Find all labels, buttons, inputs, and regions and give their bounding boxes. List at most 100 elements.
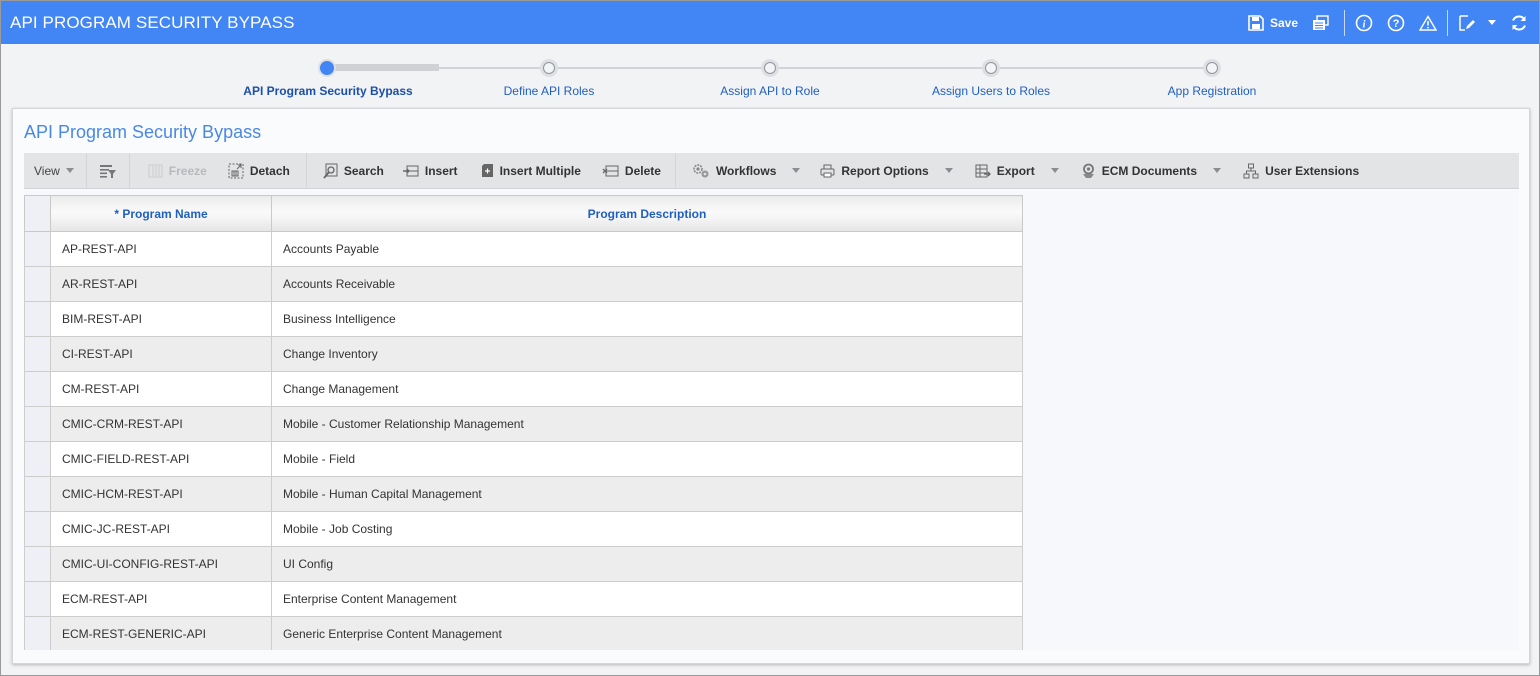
table-row[interactable]: CMIC-CRM-REST-API Mobile - Customer Relat… bbox=[24, 406, 1023, 442]
cell-program-description[interactable]: Mobile - Customer Relationship Managemen… bbox=[271, 406, 1023, 442]
view-label: View bbox=[34, 163, 60, 178]
cell-program-description[interactable]: Business Intelligence bbox=[271, 301, 1023, 337]
workflows-button[interactable]: Workflows bbox=[676, 153, 780, 189]
insert-button[interactable]: Insert bbox=[393, 153, 467, 189]
row-selector[interactable] bbox=[24, 616, 51, 650]
cell-program-name[interactable]: AP-REST-API bbox=[50, 231, 272, 267]
ecm-documents-dropdown[interactable] bbox=[1201, 153, 1229, 189]
detach-icon bbox=[228, 163, 244, 178]
save-label: Save bbox=[1269, 15, 1298, 30]
train-stop-define-api-roles[interactable] bbox=[540, 59, 558, 77]
cell-program-name[interactable]: CMIC-FIELD-REST-API bbox=[50, 441, 272, 477]
train-label-assign-users-to-roles[interactable]: Assign Users to Roles bbox=[932, 84, 1050, 98]
search-icon bbox=[323, 163, 338, 179]
cell-program-description[interactable]: Enterprise Content Management bbox=[271, 581, 1023, 617]
report-options-label: Report Options bbox=[841, 163, 929, 178]
chevron-down-icon bbox=[1050, 168, 1059, 173]
row-selector-header[interactable] bbox=[24, 195, 51, 232]
row-selector[interactable] bbox=[24, 581, 51, 617]
row-selector[interactable] bbox=[24, 266, 51, 302]
row-selector[interactable] bbox=[24, 231, 51, 267]
row-selector[interactable] bbox=[24, 406, 51, 442]
workflows-dropdown[interactable] bbox=[780, 153, 808, 189]
cell-program-name[interactable]: CI-REST-API bbox=[50, 336, 272, 372]
table-row[interactable]: AP-REST-API Accounts Payable bbox=[24, 231, 1023, 267]
export-label: Export bbox=[996, 163, 1035, 178]
view-menu-button[interactable]: View bbox=[24, 153, 86, 189]
train-stop-assign-api-to-role[interactable] bbox=[761, 59, 779, 77]
row-selector[interactable] bbox=[24, 336, 51, 372]
refresh-button[interactable] bbox=[1510, 14, 1528, 32]
grid-toolbar: View Freeze Detach Search Insert Insert … bbox=[24, 152, 1519, 189]
cell-program-description[interactable]: Change Inventory bbox=[271, 336, 1023, 372]
cell-program-name[interactable]: CMIC-HCM-REST-API bbox=[50, 476, 272, 512]
cell-program-name[interactable]: CMIC-CRM-REST-API bbox=[50, 406, 272, 442]
cell-program-description[interactable]: Mobile - Field bbox=[271, 441, 1023, 477]
window-title: API PROGRAM SECURITY BYPASS bbox=[10, 13, 295, 32]
table-row[interactable]: CMIC-FIELD-REST-API Mobile - Field bbox=[24, 441, 1023, 477]
train-label-api-program-security-bypass[interactable]: API Program Security Bypass bbox=[243, 84, 412, 98]
row-selector[interactable] bbox=[24, 371, 51, 407]
delete-button[interactable]: Delete bbox=[590, 153, 675, 189]
cell-program-name[interactable]: ECM-REST-API bbox=[50, 581, 272, 617]
cell-program-description[interactable]: Accounts Receivable bbox=[271, 266, 1023, 302]
table-row[interactable]: CM-REST-API Change Management bbox=[24, 371, 1023, 407]
edit-menu-button[interactable] bbox=[1458, 14, 1496, 32]
cell-program-description[interactable]: Generic Enterprise Content Management bbox=[271, 616, 1023, 650]
grid-area: * Program Name Program Description AP-RE… bbox=[24, 190, 1519, 650]
row-selector[interactable] bbox=[24, 511, 51, 547]
row-selector[interactable] bbox=[24, 441, 51, 477]
cell-program-description[interactable]: Mobile - Job Costing bbox=[271, 511, 1023, 547]
export-dropdown[interactable] bbox=[1039, 153, 1067, 189]
row-selector[interactable] bbox=[24, 476, 51, 512]
title-bar: API PROGRAM SECURITY BYPASS Save i ? bbox=[1, 1, 1539, 44]
cell-program-name[interactable]: BIM-REST-API bbox=[50, 301, 272, 337]
table-row[interactable]: BIM-REST-API Business Intelligence bbox=[24, 301, 1023, 337]
column-header-program-description[interactable]: Program Description bbox=[271, 195, 1023, 232]
export-button[interactable]: Export bbox=[961, 153, 1039, 189]
train-label-assign-api-to-role[interactable]: Assign API to Role bbox=[720, 84, 819, 98]
report-options-dropdown[interactable] bbox=[933, 153, 961, 189]
table-row[interactable]: ECM-REST-API Enterprise Content Managemen… bbox=[24, 581, 1023, 617]
cell-program-description[interactable]: Change Management bbox=[271, 371, 1023, 407]
row-selector[interactable] bbox=[24, 301, 51, 337]
query-by-example-button[interactable] bbox=[87, 153, 129, 189]
cell-program-name[interactable]: CMIC-UI-CONFIG-REST-API bbox=[50, 546, 272, 582]
ecm-documents-button[interactable]: ECM Documents bbox=[1067, 153, 1201, 189]
help-button[interactable]: ? bbox=[1387, 14, 1405, 32]
search-button[interactable]: Search bbox=[307, 153, 393, 189]
cell-program-name[interactable]: CM-REST-API bbox=[50, 371, 272, 407]
cell-program-name[interactable]: AR-REST-API bbox=[50, 266, 272, 302]
info-button[interactable]: i bbox=[1355, 14, 1373, 32]
warning-button[interactable] bbox=[1419, 14, 1437, 31]
train-label-define-api-roles[interactable]: Define API Roles bbox=[504, 84, 595, 98]
user-extensions-button[interactable]: User Extensions bbox=[1229, 153, 1368, 189]
row-selector[interactable] bbox=[24, 546, 51, 582]
train-stop-api-program-security-bypass[interactable] bbox=[318, 59, 336, 77]
cell-program-description[interactable]: Accounts Payable bbox=[271, 231, 1023, 267]
table-row[interactable]: CMIC-HCM-REST-API Mobile - Human Capital … bbox=[24, 476, 1023, 512]
insert-multiple-button[interactable]: Insert Multiple bbox=[467, 153, 590, 189]
column-header-program-name[interactable]: * Program Name bbox=[50, 195, 272, 232]
train-stop-app-registration[interactable] bbox=[1203, 59, 1221, 77]
table-row[interactable]: CMIC-UI-CONFIG-REST-API UI Config bbox=[24, 546, 1023, 582]
cell-program-description[interactable]: UI Config bbox=[271, 546, 1023, 582]
table-row[interactable]: ECM-REST-GENERIC-API Generic Enterprise C… bbox=[24, 616, 1023, 650]
program-table: * Program Name Program Description AP-RE… bbox=[24, 195, 1023, 650]
cell-program-name[interactable]: ECM-REST-GENERIC-API bbox=[50, 616, 272, 650]
freeze-button[interactable]: Freeze bbox=[130, 153, 216, 189]
detach-button[interactable]: Detach bbox=[216, 153, 306, 189]
train-stop-assign-users-to-roles[interactable] bbox=[982, 59, 1000, 77]
cell-program-description[interactable]: Mobile - Human Capital Management bbox=[271, 476, 1023, 512]
report-options-button[interactable]: Report Options bbox=[808, 153, 932, 189]
table-row[interactable]: CMIC-JC-REST-API Mobile - Job Costing bbox=[24, 511, 1023, 547]
print-button[interactable] bbox=[1312, 14, 1330, 31]
cell-program-name[interactable]: CMIC-JC-REST-API bbox=[50, 511, 272, 547]
insert-icon bbox=[402, 165, 419, 176]
table-row[interactable]: CI-REST-API Change Inventory bbox=[24, 336, 1023, 372]
freeze-icon bbox=[148, 164, 163, 177]
insert-label: Insert bbox=[424, 163, 458, 178]
train-label-app-registration[interactable]: App Registration bbox=[1168, 84, 1257, 98]
table-row[interactable]: AR-REST-API Accounts Receivable bbox=[24, 266, 1023, 302]
save-button[interactable]: Save bbox=[1248, 14, 1298, 31]
